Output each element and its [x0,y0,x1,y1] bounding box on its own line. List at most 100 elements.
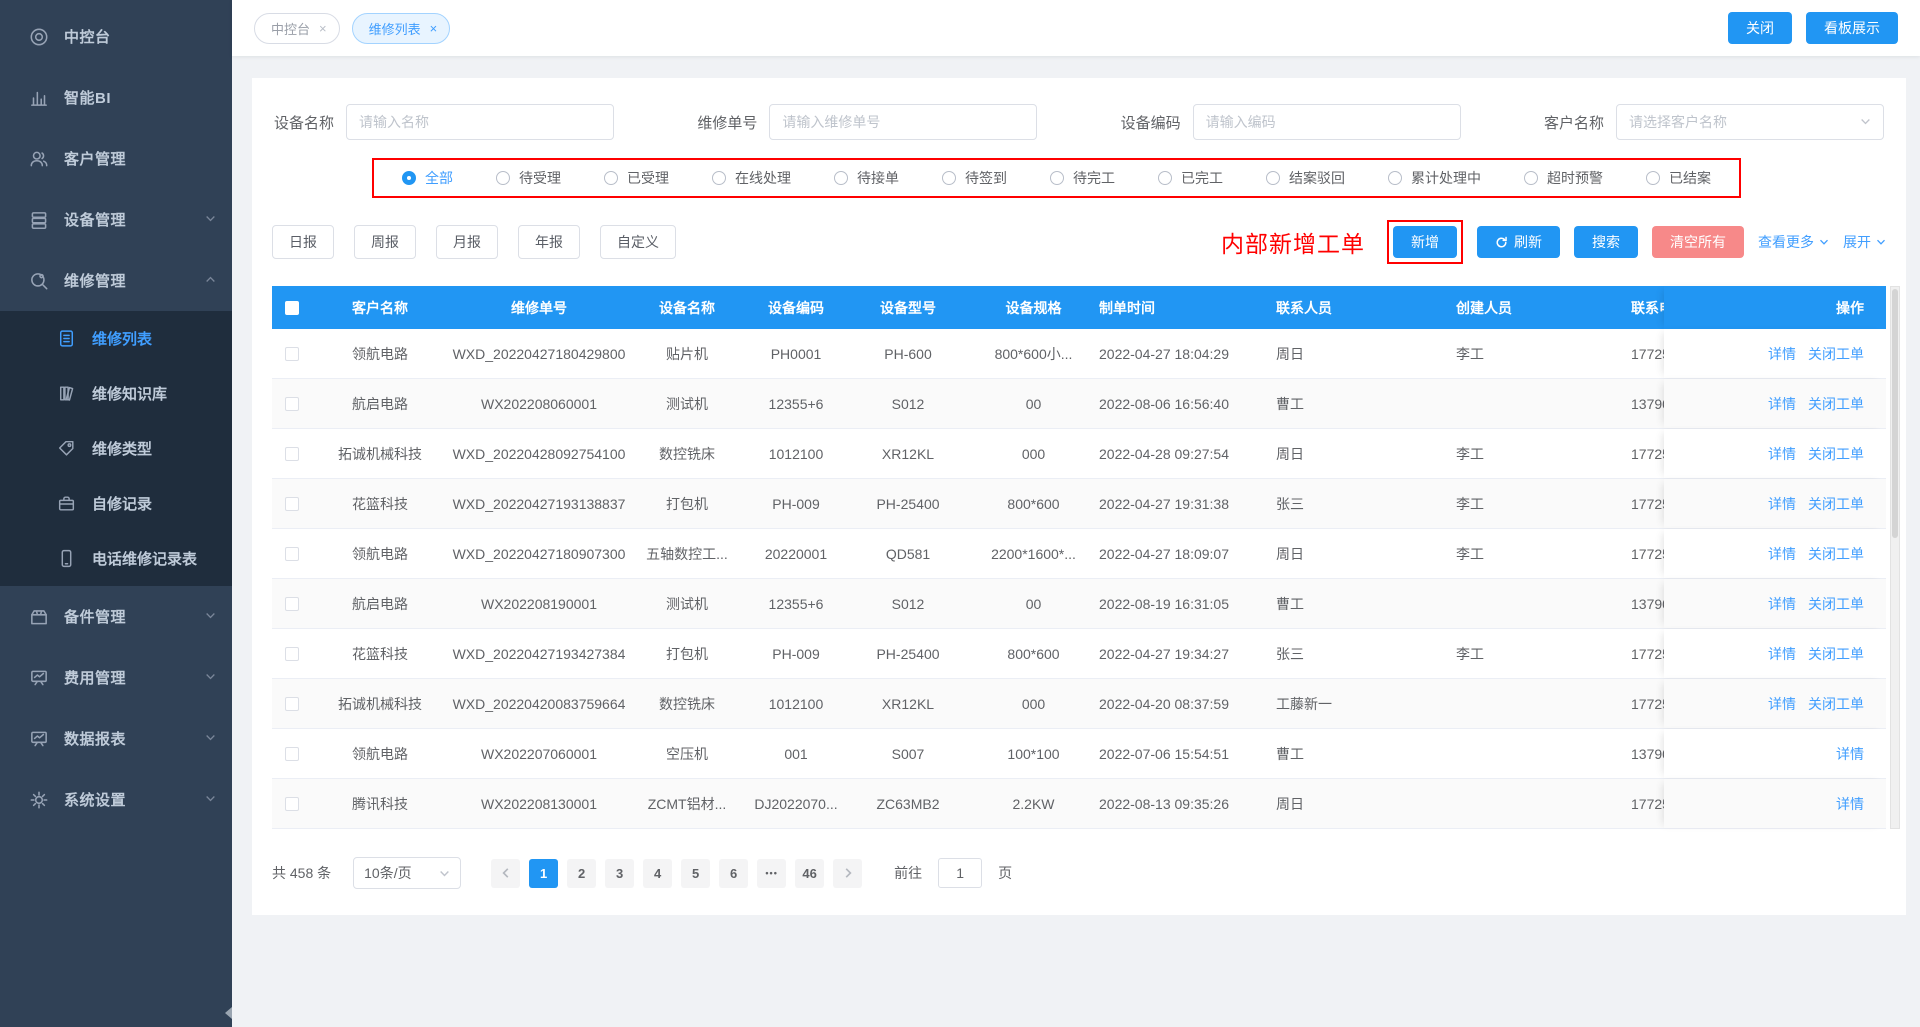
detail-link[interactable]: 详情 [1768,544,1796,564]
sidebar-item-客户管理[interactable]: 客户管理 [0,128,232,189]
close-order-link[interactable]: 关闭工单 [1808,544,1864,564]
row-checkbox[interactable] [285,497,299,511]
report-button-自定义[interactable]: 自定义 [600,225,676,259]
status-radio-已结案[interactable]: 已结案 [1646,168,1711,188]
row-checkbox[interactable] [285,647,299,661]
cell-customer: 花篮科技 [312,644,448,664]
filter-input-维修单号[interactable] [769,104,1037,140]
select-all-checkbox[interactable] [285,301,299,315]
sidebar-subitem-自修记录[interactable]: 自修记录 [0,476,232,531]
row-checkbox[interactable] [285,547,299,561]
status-radio-累计处理中[interactable]: 累计处理中 [1388,168,1481,188]
row-checkbox[interactable] [285,597,299,611]
cell-time: 2022-08-13 09:35:26 [1099,796,1274,812]
filter-input-设备名称[interactable] [346,104,614,140]
page-button-46[interactable]: 46 [795,859,824,888]
goto-page-input[interactable] [938,858,982,888]
row-check-cell [272,697,312,711]
close-order-link[interactable]: 关闭工单 [1808,394,1864,414]
table-scrollbar[interactable] [1890,286,1900,829]
page-button-6[interactable]: 6 [719,859,748,888]
status-radio-已完工[interactable]: 已完工 [1158,168,1223,188]
sidebar-item-设备管理[interactable]: 设备管理 [0,189,232,250]
sidebar-item-智能BI[interactable]: 智能BI [0,67,232,128]
report-button-日报[interactable]: 日报 [272,225,334,259]
sidebar-subitem-维修类型[interactable]: 维修类型 [0,421,232,476]
status-radio-在线处理[interactable]: 在线处理 [712,168,791,188]
view-more-link[interactable]: 查看更多 [1758,232,1829,252]
header-cell-操作: 操作 [1664,286,1886,329]
detail-link[interactable]: 详情 [1768,444,1796,464]
page-button-1[interactable]: 1 [529,859,558,888]
prev-page-button[interactable] [491,859,520,888]
more-pages-icon[interactable]: ••• [757,859,786,888]
close-order-link[interactable]: 关闭工单 [1808,594,1864,614]
detail-link[interactable]: 详情 [1768,394,1796,414]
report-button-月报[interactable]: 月报 [436,225,498,259]
page-button-3[interactable]: 3 [605,859,634,888]
close-order-link[interactable]: 关闭工单 [1808,644,1864,664]
detail-link[interactable]: 详情 [1768,594,1796,614]
page-button-4[interactable]: 4 [643,859,672,888]
row-checkbox[interactable] [285,747,299,761]
status-radio-已受理[interactable]: 已受理 [604,168,669,188]
row-checkbox[interactable] [285,397,299,411]
close-order-link[interactable]: 关闭工单 [1808,494,1864,514]
status-radio-待完工[interactable]: 待完工 [1050,168,1115,188]
status-radio-待接单[interactable]: 待接单 [834,168,899,188]
sidebar-collapse-handle[interactable] [225,1007,232,1019]
report-button-年报[interactable]: 年报 [518,225,580,259]
refresh-button[interactable]: 刷新 [1477,226,1560,258]
status-radio-结案驳回[interactable]: 结案驳回 [1266,168,1345,188]
sidebar-subitem-维修列表[interactable]: 维修列表 [0,311,232,366]
close-button[interactable]: 关闭 [1728,12,1792,44]
status-radio-待签到[interactable]: 待签到 [942,168,1007,188]
expand-link[interactable]: 展开 [1843,232,1886,252]
sidebar-item-系统设置[interactable]: 系统设置 [0,769,232,830]
radio-dot-icon [712,171,726,185]
filter-input-设备编码[interactable] [1193,104,1461,140]
table-row: 拓诚机械科技WXD_20220428092754100数控铣床1012100XR… [272,429,1886,479]
clear-all-button[interactable]: 清空所有 [1652,226,1744,258]
close-order-link[interactable]: 关闭工单 [1808,694,1864,714]
row-checkbox[interactable] [285,347,299,361]
row-checkbox[interactable] [285,447,299,461]
detail-link[interactable]: 详情 [1768,694,1796,714]
search-button[interactable]: 搜索 [1574,226,1638,258]
sidebar-item-备件管理[interactable]: 备件管理 [0,586,232,647]
status-radio-全部[interactable]: 全部 [402,168,453,188]
sidebar-item-数据报表[interactable]: 数据报表 [0,708,232,769]
next-page-button[interactable] [833,859,862,888]
sidebar-item-费用管理[interactable]: 费用管理 [0,647,232,708]
sidebar-item-中控台[interactable]: 中控台 [0,6,232,67]
detail-link[interactable]: 详情 [1768,644,1796,664]
close-icon[interactable]: × [319,22,327,35]
report-button-周报[interactable]: 周报 [354,225,416,259]
row-checkbox[interactable] [285,797,299,811]
sidebar-subitem-维修知识库[interactable]: 维修知识库 [0,366,232,421]
close-icon[interactable]: × [430,22,438,35]
page-button-2[interactable]: 2 [567,859,596,888]
detail-link[interactable]: 详情 [1768,494,1796,514]
cell-contact: 周日 [1274,544,1454,564]
page-size-select[interactable]: 10条/页 [353,857,461,889]
tab-中控台[interactable]: 中控台× [254,13,340,44]
row-checkbox[interactable] [285,697,299,711]
close-order-link[interactable]: 关闭工单 [1808,444,1864,464]
server-icon [28,209,50,231]
close-order-link[interactable]: 关闭工单 [1808,344,1864,364]
add-button[interactable]: 新增 [1393,226,1457,258]
sidebar-subitem-电话维修记录表[interactable]: 电话维修记录表 [0,531,232,586]
status-radio-待受理[interactable]: 待受理 [496,168,561,188]
customer-name-select[interactable]: 请选择客户名称 [1616,104,1884,140]
scrollbar-thumb[interactable] [1892,289,1898,538]
sidebar-item-维修管理[interactable]: 维修管理 [0,250,232,311]
tab-维修列表[interactable]: 维修列表× [352,13,451,44]
detail-link[interactable]: 详情 [1836,794,1864,814]
filter-group-设备名称: 设备名称 [274,104,614,140]
status-radio-超时预警[interactable]: 超时预警 [1524,168,1603,188]
detail-link[interactable]: 详情 [1836,744,1864,764]
detail-link[interactable]: 详情 [1768,344,1796,364]
board-display-button[interactable]: 看板展示 [1806,12,1898,44]
page-button-5[interactable]: 5 [681,859,710,888]
